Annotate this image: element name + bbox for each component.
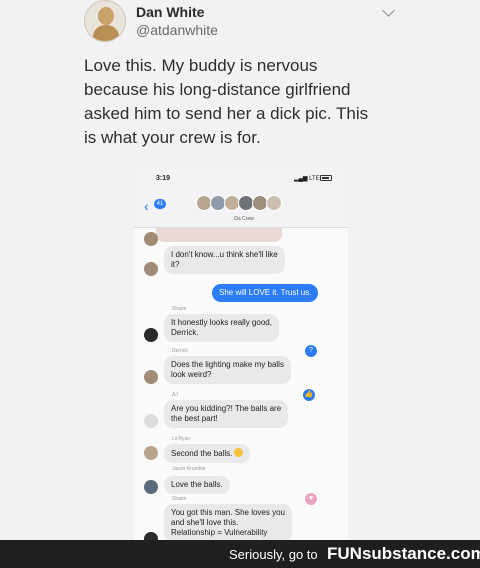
- message-line: You got this man. She loves you: [171, 508, 285, 517]
- message-line: Are you kidding?! The balls are: [171, 404, 282, 413]
- sender-avatar: [144, 446, 158, 460]
- tweet-text-line: Love this. My buddy is nervous: [84, 56, 318, 75]
- sender-avatar: [144, 262, 158, 276]
- sender-name: Shane: [172, 496, 187, 502]
- message-bubble[interactable]: You got this man. She loves you and she'…: [164, 504, 292, 540]
- message-line: She will LOVE it. Trust us.: [219, 288, 312, 297]
- message-line: Relationship = Vulnerability: [171, 528, 268, 537]
- sender-name: Shane: [172, 306, 187, 312]
- user-avatar[interactable]: [84, 0, 126, 42]
- user-handle[interactable]: @atdanwhite: [136, 22, 218, 38]
- sender-name: Jason Krumble: [172, 466, 206, 472]
- watermark-footer: Seriously, go to FUNsubstance.com: [0, 540, 480, 568]
- tweet-text-line: because his long-distance girlfriend: [84, 80, 351, 99]
- sender-name: Derrick: [172, 348, 188, 354]
- thumbs-up-emoji-icon: [234, 448, 244, 457]
- message-bubble[interactable]: Love the balls.: [164, 476, 230, 494]
- sender-name: Lil Ryan: [172, 436, 191, 442]
- message-thread: I don't know...u think she'll like it? S…: [134, 166, 348, 540]
- message-bubble[interactable]: Second the balls.: [164, 444, 251, 463]
- avatar-head: [98, 7, 114, 25]
- tweet-text: Love this. My buddy is nervous because h…: [84, 54, 384, 150]
- message-line: and she'll love this.: [171, 518, 239, 527]
- chevron-down-icon[interactable]: [382, 4, 395, 17]
- message-line: Does the lighting make my balls: [171, 360, 284, 369]
- display-name[interactable]: Dan White: [136, 4, 204, 20]
- message-line: the best part!: [171, 414, 218, 423]
- message-bubble[interactable]: I don't know...u think she'll like it?: [164, 246, 285, 274]
- message-line: It honestly looks really good,: [171, 318, 272, 327]
- sender-avatar: [144, 328, 158, 342]
- tweet-card: Dan White @atdanwhite Love this. My budd…: [0, 0, 480, 540]
- embedded-screenshot: 3:19 ▂▄▆ LTE ‹ 41 Da Crew I don't know..…: [134, 166, 348, 540]
- sender-avatar: [144, 232, 158, 246]
- tweet-text-line: asked him to send her a dick pic. This: [84, 104, 369, 123]
- message-line: Second the balls.: [171, 449, 233, 458]
- sender-name: AJ: [172, 392, 178, 398]
- message-line: look weird?: [171, 370, 212, 379]
- footer-text: Seriously, go to: [229, 547, 318, 562]
- sender-avatar: [144, 532, 158, 540]
- message-bubble-outgoing[interactable]: She will LOVE it. Trust us.: [212, 284, 319, 302]
- sender-avatar: [144, 370, 158, 384]
- thumbs-up-tapback-icon[interactable]: 👍: [302, 388, 316, 402]
- message-line: it?: [171, 260, 180, 269]
- sender-avatar: [144, 414, 158, 428]
- message-bubble[interactable]: It honestly looks really good, Derrick.: [164, 314, 279, 342]
- message-bubble[interactable]: Are you kidding?! The balls are the best…: [164, 400, 289, 428]
- message-bubble[interactable]: Does the lighting make my balls look wei…: [164, 356, 291, 384]
- tweet-text-line: is what your crew is for.: [84, 128, 261, 147]
- question-tapback-icon[interactable]: ?: [304, 344, 318, 358]
- footer-brand-link[interactable]: FUNsubstance.com: [327, 544, 480, 564]
- heart-tapback-icon[interactable]: ♥: [304, 492, 318, 506]
- avatar-body: [93, 25, 119, 41]
- message-line: Derrick.: [171, 328, 199, 337]
- sender-avatar: [144, 480, 158, 494]
- message-line: I don't know...u think she'll like: [171, 250, 278, 259]
- message-line: Love the balls.: [171, 480, 223, 489]
